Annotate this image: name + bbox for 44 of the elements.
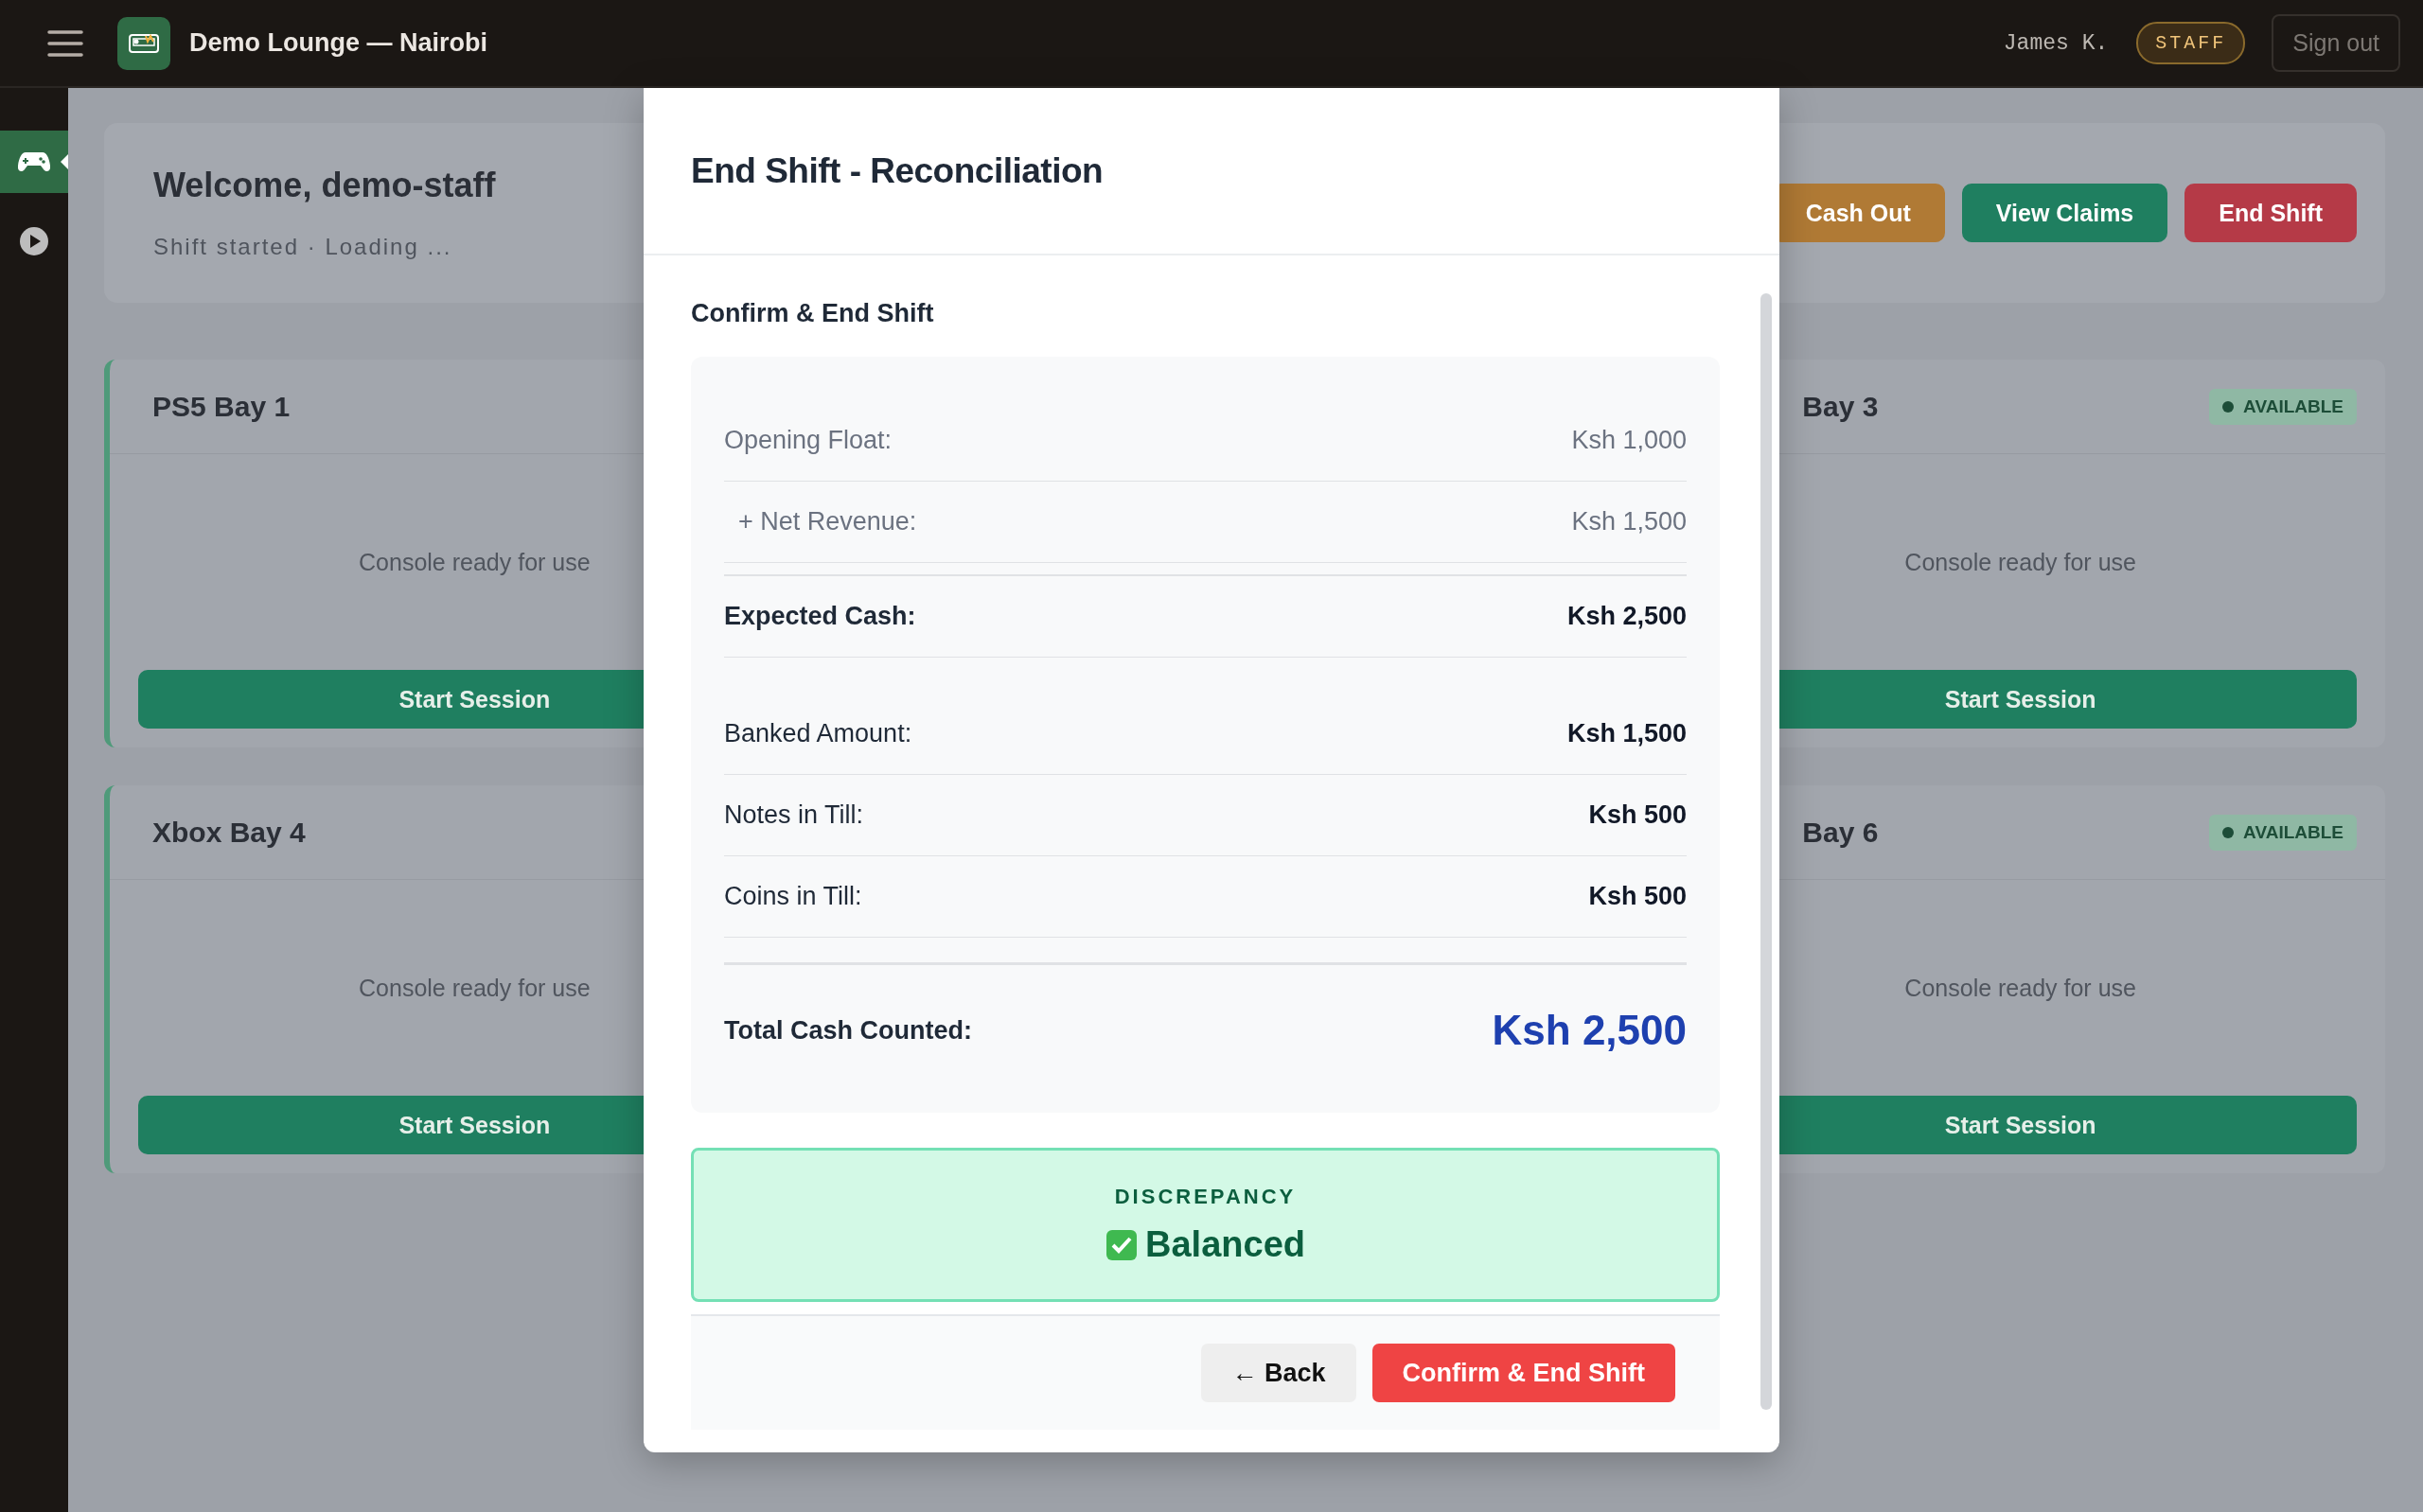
back-button[interactable]: ← Back: [1201, 1344, 1356, 1402]
row-label: Opening Float:: [724, 426, 893, 455]
station-message: Console ready for use: [1904, 974, 2136, 1002]
role-badge: STAFF: [2136, 22, 2246, 64]
station-name: Bay 6: [1802, 816, 1879, 849]
action-button[interactable]: View Claims: [1961, 184, 2168, 242]
row-value: Ksh 500: [1588, 882, 1687, 911]
sidebar-item[interactable]: [0, 131, 68, 193]
row-label: Coins in Till:: [724, 882, 862, 911]
row-value: Ksh 1,500: [1571, 507, 1687, 536]
logo-icon: [117, 16, 170, 70]
status-badge: AVAILABLE: [2209, 388, 2357, 425]
step-title: Confirm & End Shift: [691, 299, 935, 328]
station-name: Xbox Bay 4: [152, 816, 306, 849]
menu-icon[interactable]: [47, 28, 83, 58]
row-label: + Net Revenue:: [738, 507, 917, 536]
row-value: Ksh 2,500: [1566, 602, 1687, 631]
row-value: Ksh 1,500: [1566, 719, 1687, 748]
station-message: Console ready for use: [1904, 548, 2136, 576]
discrepancy-value: Balanced: [1145, 1224, 1305, 1265]
dialog-title: End Shift - Reconciliation: [691, 150, 1104, 191]
row-value: Ksh 2,500: [1492, 1007, 1687, 1054]
gamepad-icon: [18, 150, 50, 173]
scrollbar-thumb[interactable]: [1760, 293, 1772, 1410]
row-value: Ksh 500: [1588, 800, 1687, 830]
status-badge: AVAILABLE: [2209, 814, 2357, 851]
play-icon: [19, 226, 49, 256]
station-message: Console ready for use: [359, 974, 591, 1002]
station-message: Console ready for use: [359, 548, 591, 576]
action-button[interactable]: End Shift: [2184, 184, 2357, 242]
row-value: Ksh 1,000: [1571, 426, 1687, 455]
check-icon: [1105, 1228, 1138, 1261]
user-name: James K.: [2003, 30, 2109, 56]
station-name: Bay 3: [1802, 390, 1879, 423]
shift-status: Shift started · Loading ...: [153, 234, 452, 260]
confirm-button[interactable]: Confirm & End Shift: [1371, 1344, 1675, 1402]
row-label: Total Cash Counted:: [724, 1015, 972, 1046]
sign-out-button[interactable]: Sign out: [2272, 14, 2400, 72]
row-label: Notes in Till:: [724, 800, 864, 830]
discrepancy-label: DISCREPANCY: [1114, 1185, 1297, 1209]
app-title: Demo Lounge — Nairobi: [189, 28, 488, 58]
welcome-heading: Welcome, demo-staff: [153, 166, 496, 205]
station-name: PS5 Bay 1: [152, 390, 291, 423]
row-label: Expected Cash:: [724, 602, 916, 631]
